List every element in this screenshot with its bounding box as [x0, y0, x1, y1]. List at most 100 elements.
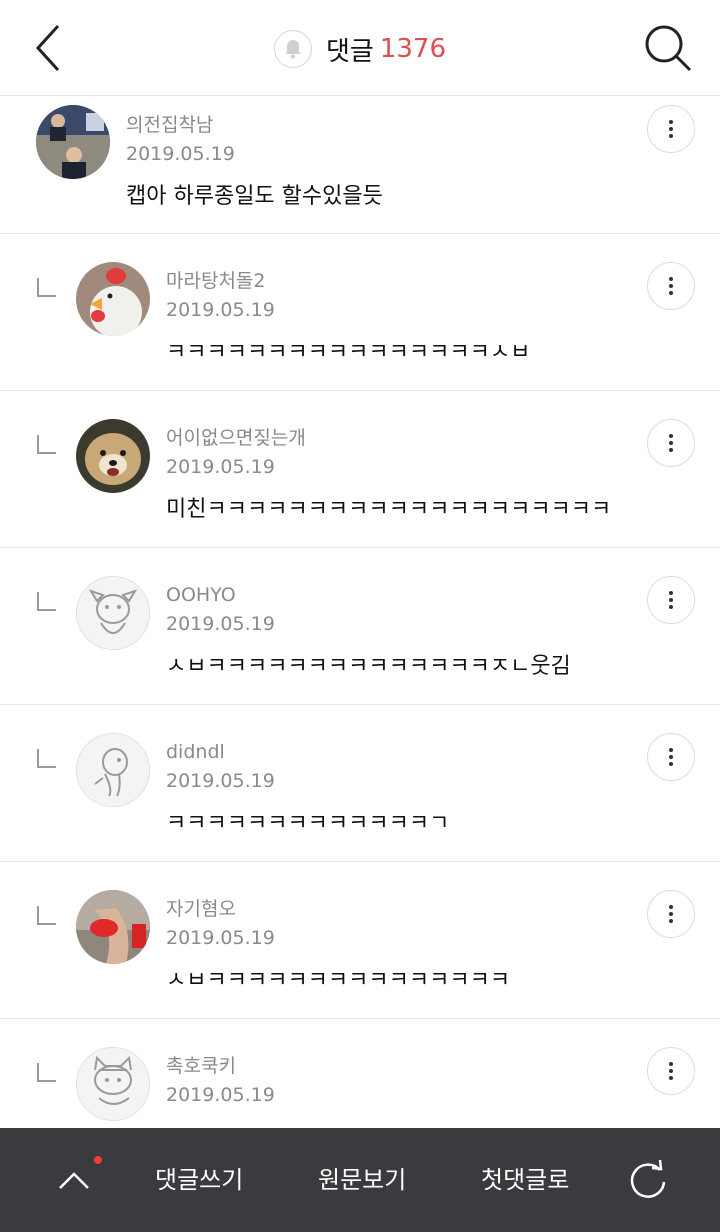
reply-item: OOHYO 2019.05.19 ㅅㅂㅋㅋㅋㅋㅋㅋㅋㅋㅋㅋㅋㅋㅋㅋㅈㄴ웃김 — [0, 548, 720, 705]
reply-indicator-icon — [37, 278, 56, 297]
page-title-group: 댓글 1376 — [0, 26, 720, 72]
search-button[interactable] — [640, 22, 696, 74]
photo-avatar-icon — [76, 890, 150, 964]
more-button[interactable] — [647, 576, 695, 624]
page-title: 댓글 — [325, 36, 374, 67]
reply-item: 자기혐오 2019.05.19 ㅅㅂㅋㅋㅋㅋㅋㅋㅋㅋㅋㅋㅋㅋㅋㅋㅋ — [0, 862, 720, 1019]
scroll-top-button[interactable] — [52, 1158, 96, 1202]
date: 2019.05.19 — [126, 143, 235, 165]
comment-text: ㅋㅋㅋㅋㅋㅋㅋㅋㅋㅋㅋㅋㅋㄱ — [166, 811, 450, 836]
more-button[interactable] — [647, 419, 695, 467]
more-dot — [669, 291, 673, 295]
date: 2019.05.19 — [166, 1084, 275, 1106]
more-vertical-icon — [669, 905, 673, 909]
view-original-button[interactable]: 원문보기 — [318, 1128, 406, 1232]
comment-meta: 촉호쿡키 2019.05.19 — [166, 1053, 275, 1110]
reply-indicator-icon — [37, 749, 56, 768]
more-dot — [669, 284, 673, 288]
character-avatar-icon — [77, 734, 149, 806]
new-indicator-dot — [94, 1156, 102, 1164]
nickname[interactable]: 마라탕처돌2 — [166, 268, 275, 294]
more-button[interactable] — [647, 733, 695, 781]
more-dot — [669, 605, 673, 609]
comment-text: ㅅㅂㅋㅋㅋㅋㅋㅋㅋㅋㅋㅋㅋㅋㅋㅋㅋ — [166, 968, 511, 993]
chicken-avatar-icon — [76, 262, 150, 336]
more-dot — [669, 1076, 673, 1080]
reply-indicator-icon — [37, 1063, 56, 1082]
more-dot — [669, 912, 673, 916]
comment-text: 캡아 하루종일도 할수있을듯 — [126, 184, 383, 209]
more-vertical-icon — [669, 1062, 673, 1066]
reply-indicator-icon — [37, 435, 56, 454]
refresh-icon — [630, 1159, 666, 1198]
more-button[interactable] — [647, 1047, 695, 1095]
date: 2019.05.19 — [166, 770, 275, 792]
avatar[interactable] — [76, 262, 150, 336]
avatar[interactable] — [76, 1047, 150, 1121]
nickname[interactable]: 자기혐오 — [166, 896, 275, 922]
more-dot — [669, 755, 673, 759]
comment-meta: OOHYO 2019.05.19 — [166, 582, 275, 639]
comment-meta: 마라탕처돌2 2019.05.19 — [166, 268, 275, 325]
more-button[interactable] — [647, 105, 695, 153]
more-dot — [669, 441, 673, 445]
comment-text: ㅋㅋㅋㅋㅋㅋㅋㅋㅋㅋㅋㅋㅋㅋㅋㅋㅅㅂ — [166, 340, 531, 365]
reply-item: 마라탕처돌2 2019.05.19 ㅋㅋㅋㅋㅋㅋㅋㅋㅋㅋㅋㅋㅋㅋㅋㅋㅅㅂ — [0, 234, 720, 391]
date: 2019.05.19 — [166, 613, 275, 635]
avatar[interactable] — [76, 733, 150, 807]
more-vertical-icon — [669, 748, 673, 752]
nickname[interactable]: 어이없으면짖는개 — [166, 425, 306, 451]
notification-button[interactable] — [273, 30, 312, 68]
reply-item: 어이없으면짖는개 2019.05.19 미친ㅋㅋㅋㅋㅋㅋㅋㅋㅋㅋㅋㅋㅋㅋㅋㅋㅋㅋ… — [0, 391, 720, 548]
bell-icon — [284, 40, 301, 59]
bottom-toolbar: 댓글쓰기 원문보기 첫댓글로 — [0, 1128, 720, 1232]
comment-text: ㅅㅂㅋㅋㅋㅋㅋㅋㅋㅋㅋㅋㅋㅋㅋㅋㅈㄴ웃김 — [166, 654, 571, 679]
refresh-button[interactable] — [626, 1158, 670, 1202]
comment-meta: didndl 2019.05.19 — [166, 739, 275, 796]
comment-count: 1376 — [379, 34, 446, 64]
more-dot — [669, 134, 673, 138]
more-vertical-icon — [669, 591, 673, 595]
more-dot — [669, 762, 673, 766]
reply-indicator-icon — [37, 592, 56, 611]
avatar[interactable] — [36, 105, 110, 179]
dog-avatar-icon — [76, 419, 150, 493]
nickname[interactable]: didndl — [166, 739, 275, 765]
more-button[interactable] — [647, 262, 695, 310]
write-comment-button[interactable]: 댓글쓰기 — [155, 1128, 243, 1232]
comment-list: 의전집착남 2019.05.19 캡아 하루종일도 할수있을듯 마라탕처돌2 2… — [0, 96, 720, 1128]
more-button[interactable] — [647, 890, 695, 938]
avatar[interactable] — [76, 576, 150, 650]
more-dot — [669, 919, 673, 923]
first-comment-button[interactable]: 첫댓글로 — [481, 1128, 569, 1232]
nickname[interactable]: 촉호쿡키 — [166, 1053, 275, 1079]
reply-indicator-icon — [37, 906, 56, 925]
cat-character-avatar-icon — [77, 1048, 149, 1120]
comment-text: 미친ㅋㅋㅋㅋㅋㅋㅋㅋㅋㅋㅋㅋㅋㅋㅋㅋㅋㅋㅋㅋ — [166, 497, 612, 522]
more-vertical-icon — [669, 120, 673, 124]
avatar[interactable] — [76, 419, 150, 493]
reply-item: 촉호쿡키 2019.05.19 — [0, 1019, 720, 1128]
more-dot — [669, 448, 673, 452]
comment-item: 의전집착남 2019.05.19 캡아 하루종일도 할수있을듯 — [0, 96, 720, 234]
avatar[interactable] — [76, 890, 150, 964]
nickname[interactable]: OOHYO — [166, 582, 275, 608]
comment-meta: 의전집착남 2019.05.19 — [126, 112, 235, 169]
date: 2019.05.19 — [166, 927, 275, 949]
nickname[interactable]: 의전집착남 — [126, 112, 235, 138]
search-icon — [645, 25, 692, 72]
more-dot — [669, 598, 673, 602]
comment-meta: 자기혐오 2019.05.19 — [166, 896, 275, 953]
reply-item: didndl 2019.05.19 ㅋㅋㅋㅋㅋㅋㅋㅋㅋㅋㅋㅋㅋㄱ — [0, 705, 720, 862]
more-vertical-icon — [669, 434, 673, 438]
chevron-up-icon — [59, 1172, 89, 1189]
top-bar: 댓글 1376 — [0, 0, 720, 96]
photo-avatar-icon — [36, 105, 110, 179]
more-dot — [669, 1069, 673, 1073]
more-dot — [669, 127, 673, 131]
dog-character-avatar-icon — [77, 577, 149, 649]
date: 2019.05.19 — [166, 299, 275, 321]
comment-meta: 어이없으면짖는개 2019.05.19 — [166, 425, 306, 482]
date: 2019.05.19 — [166, 456, 275, 478]
more-vertical-icon — [669, 277, 673, 281]
